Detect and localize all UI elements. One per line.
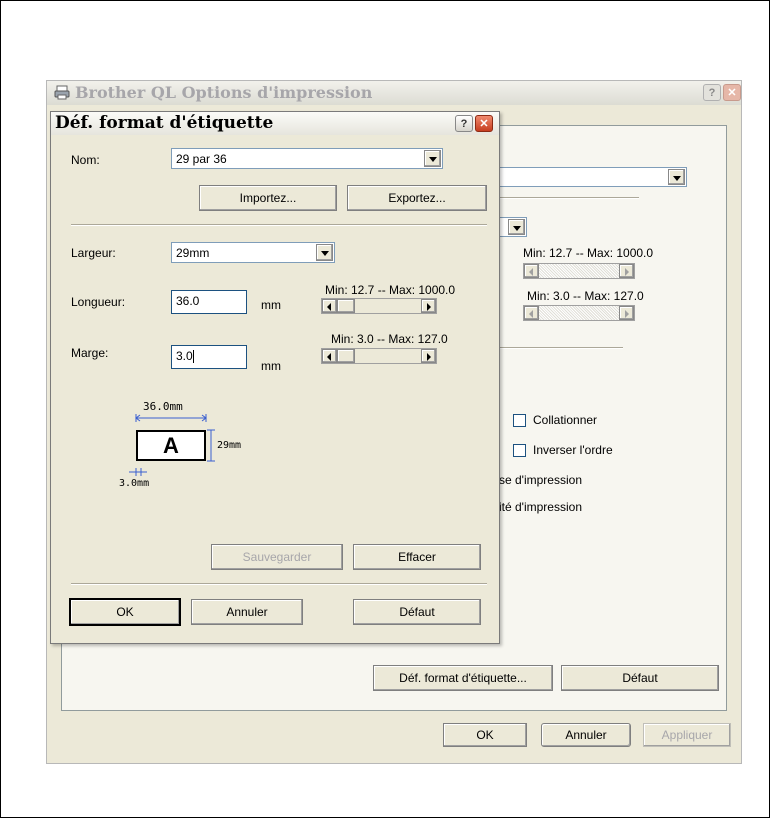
scroll-left-icon[interactable] <box>322 349 337 363</box>
name-label: Nom: <box>71 153 100 167</box>
export-button[interactable]: Exportez... <box>347 185 487 211</box>
label-letter: A <box>163 432 179 458</box>
main-length-scrollbar[interactable] <box>523 263 635 279</box>
dialog-separator-1 <box>71 224 487 226</box>
margin-range: Min: 3.0 -- Max: 127.0 <box>331 332 448 346</box>
margin-input[interactable]: 3.0 <box>171 345 247 369</box>
print-speed-label-partial: se d'impression <box>499 473 582 487</box>
length-unit: mm <box>261 298 281 312</box>
main-close-button[interactable]: ✕ <box>723 84 741 101</box>
scroll-right-icon[interactable] <box>421 299 436 313</box>
dialog-cancel-button[interactable]: Annuler <box>191 599 303 625</box>
main-cancel-button[interactable]: Annuler <box>541 723 631 747</box>
margin-scrollbar[interactable] <box>321 348 437 364</box>
scroll-thumb[interactable] <box>337 349 355 363</box>
dialog-title-bar[interactable]: Déf. format d'étiquette ? ✕ <box>51 112 499 135</box>
length-scrollbar[interactable] <box>321 298 437 314</box>
dialog-title: Déf. format d'étiquette <box>55 113 274 133</box>
width-label: Largeur: <box>71 246 116 260</box>
name-combo[interactable]: 29 par 36 <box>171 148 443 169</box>
dialog-ok-button[interactable]: OK <box>69 598 181 626</box>
dialog-help-button[interactable]: ? <box>455 115 473 132</box>
reverse-order-label: Inverser l'ordre <box>533 443 613 457</box>
name-combo-value: 29 par 36 <box>176 152 227 166</box>
import-button[interactable]: Importez... <box>199 185 337 211</box>
dialog-separator-2 <box>71 583 487 585</box>
main-apply-button[interactable]: Appliquer <box>643 723 731 747</box>
margin-unit: mm <box>261 359 281 373</box>
reverse-order-checkbox[interactable] <box>513 444 526 457</box>
chevron-down-icon <box>508 219 525 235</box>
dialog-close-button[interactable]: ✕ <box>475 115 493 132</box>
scroll-right-icon[interactable] <box>619 264 634 278</box>
collate-checkbox[interactable] <box>513 414 526 427</box>
main-combo-1[interactable] <box>499 167 687 187</box>
main-ok-button[interactable]: OK <box>443 723 527 747</box>
main-combo-2[interactable] <box>499 217 527 237</box>
save-button[interactable]: Sauvegarder <box>211 544 343 570</box>
main-separator-2 <box>499 347 623 349</box>
scroll-right-icon[interactable] <box>619 306 634 320</box>
main-separator-1 <box>499 197 639 199</box>
label-format-dialog: Déf. format d'étiquette ? ✕ Nom: 29 par … <box>50 111 500 644</box>
main-window-title: Brother QL Options d'impression <box>75 83 373 102</box>
margin-label: Marge: <box>71 346 109 360</box>
chevron-down-icon[interactable] <box>316 244 333 261</box>
chevron-down-icon[interactable] <box>424 150 441 167</box>
scroll-right-icon[interactable] <box>421 349 436 363</box>
dialog-default-button[interactable]: Défaut <box>353 599 481 625</box>
width-combo[interactable]: 29mm <box>171 242 335 263</box>
length-input[interactable]: 36.0 <box>171 290 247 314</box>
length-range: Min: 12.7 -- Max: 1000.0 <box>325 283 456 297</box>
main-title-bar[interactable]: Brother QL Options d'impression ? ✕ <box>47 81 741 105</box>
main-help-button[interactable]: ? <box>703 84 721 101</box>
printer-icon <box>54 85 70 100</box>
scroll-left-icon[interactable] <box>524 264 539 278</box>
print-quality-label-partial: ité d'impression <box>499 500 582 514</box>
delete-button[interactable]: Effacer <box>353 544 481 570</box>
label-shape: A <box>136 430 206 461</box>
scroll-thumb[interactable] <box>337 299 355 313</box>
main-length-range: Min: 12.7 -- Max: 1000.0 <box>523 246 654 260</box>
label-preview: 36.0mm A 29mm 3.0mm <box>111 400 271 500</box>
define-label-format-button[interactable]: Déf. format d'étiquette... <box>373 665 553 691</box>
height-dimension-text: 29mm <box>217 440 242 451</box>
scroll-left-icon[interactable] <box>524 306 539 320</box>
main-margin-range: Min: 3.0 -- Max: 127.0 <box>527 289 644 303</box>
width-combo-value: 29mm <box>176 246 210 260</box>
chevron-down-icon <box>668 169 685 185</box>
main-default-button[interactable]: Défaut <box>561 665 719 691</box>
collate-label: Collationner <box>533 413 598 427</box>
length-label: Longueur: <box>71 295 126 309</box>
main-margin-scrollbar[interactable] <box>523 305 635 321</box>
scroll-left-icon[interactable] <box>322 299 337 313</box>
margin-dimension-text: 3.0mm <box>119 478 150 489</box>
